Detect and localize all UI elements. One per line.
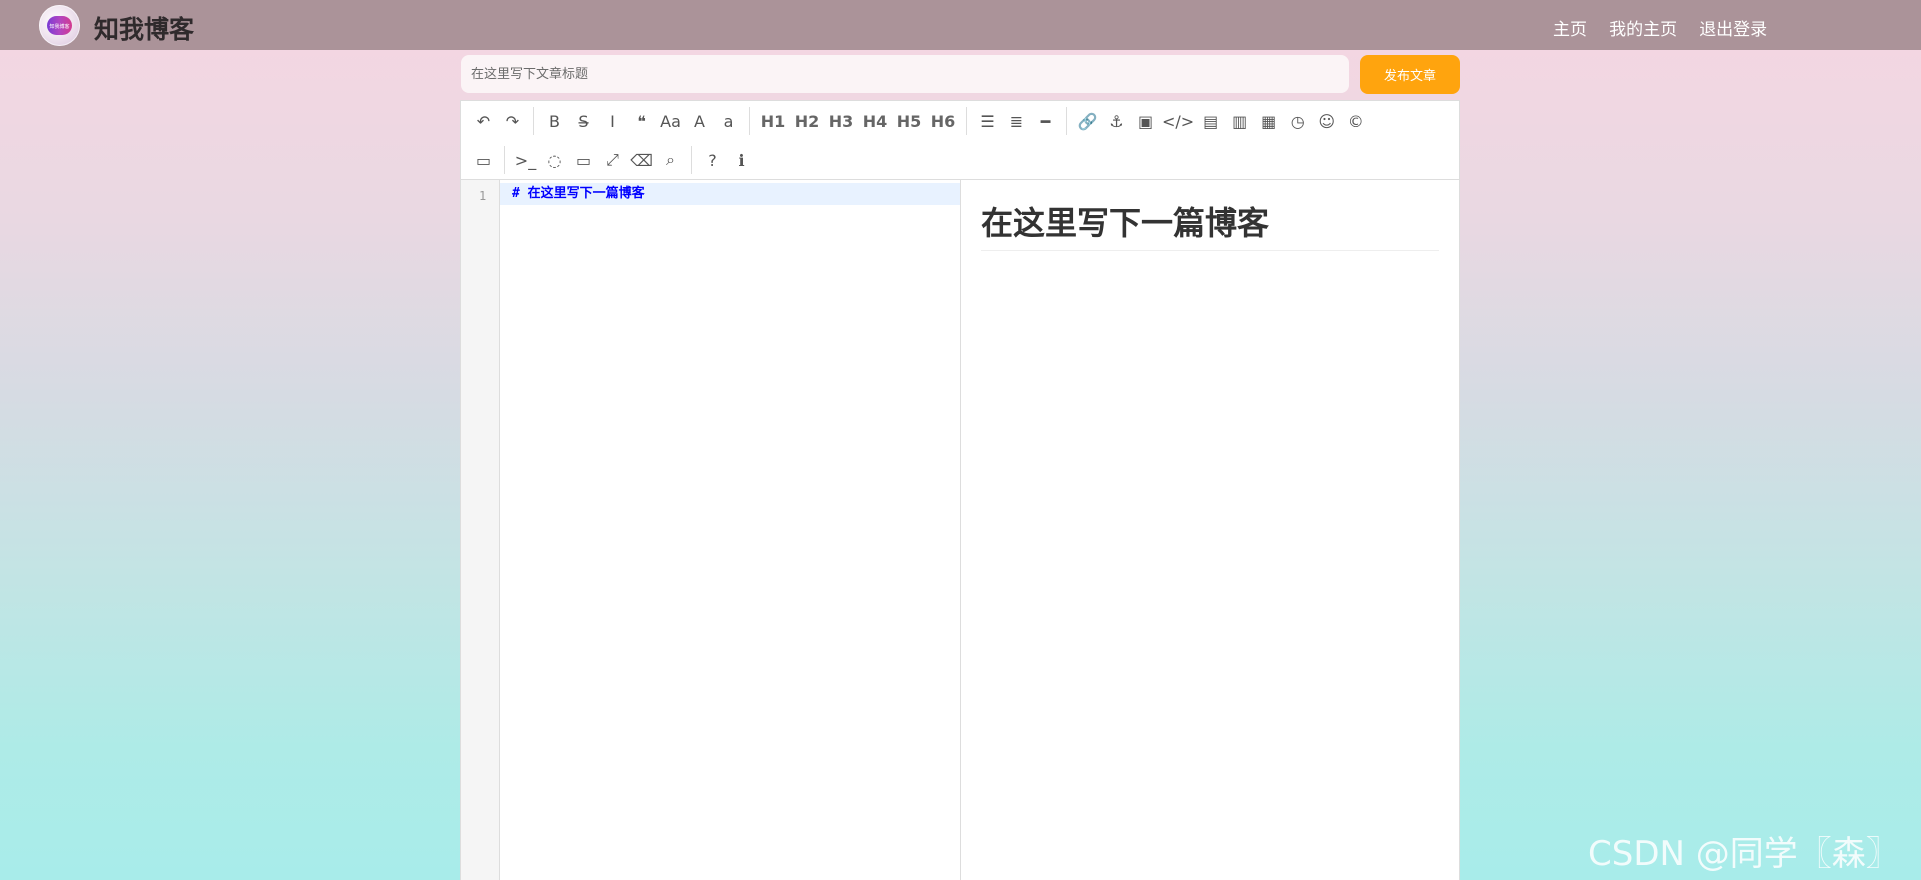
line-number-gutter: 1 — [461, 180, 500, 880]
top-navbar: 知我博客 知我博客 主页 我的主页 退出登录 — [0, 0, 1921, 50]
pagebreak-icon[interactable]: ▭ — [469, 145, 498, 175]
datetime-icon[interactable]: ◷ — [1283, 106, 1312, 136]
h4-button[interactable]: H4 — [858, 106, 892, 136]
quote-icon[interactable]: ❝ — [627, 106, 656, 136]
nav-logout-link[interactable]: 退出登录 — [1699, 15, 1767, 40]
toolbar-separator — [966, 107, 967, 135]
toolbar-separator — [1066, 107, 1067, 135]
image-icon[interactable]: ▣ — [1131, 106, 1160, 136]
clear-icon[interactable]: ⌫ — [627, 145, 656, 175]
h6-button[interactable]: H6 — [926, 106, 960, 136]
info-icon[interactable]: ℹ — [727, 145, 756, 175]
preview-icon[interactable]: ▭ — [569, 145, 598, 175]
editor-toolbar: ↶ ↷ B S̶ I ❝ Aa Aa H1 H2 H3 H4 H5 H6 ☰ ≣ ━ 🔗 ⚓ ▣ </> ▤ ▥ ▦ ◷ ☺ © ▭… — [461, 101, 1459, 180]
horizontal-rule-icon[interactable]: ━ — [1031, 106, 1060, 136]
csdn-watermark: CSDN @同学〖森〗 — [1588, 834, 1900, 874]
uppercase-icon[interactable]: Aa — [656, 106, 685, 136]
toolbar-separator — [504, 146, 505, 174]
h1-button[interactable]: H1 — [756, 106, 790, 136]
redo-icon[interactable]: ↷ — [498, 106, 527, 136]
search-icon[interactable]: ⌕ — [656, 145, 685, 175]
nav-home-link[interactable]: 主页 — [1553, 15, 1587, 40]
table-icon[interactable]: ▦ — [1254, 106, 1283, 136]
bold-icon[interactable]: B — [540, 106, 569, 136]
toolbar-separator — [691, 146, 692, 174]
italic-icon[interactable]: I — [598, 106, 627, 136]
goto-line-icon[interactable]: >_ — [511, 145, 540, 175]
publish-article-button[interactable]: 发布文章 — [1360, 55, 1460, 94]
unordered-list-icon[interactable]: ☰ — [973, 106, 1002, 136]
h5-button[interactable]: H5 — [892, 106, 926, 136]
code-icon[interactable]: </> — [1160, 106, 1196, 136]
markdown-code-pane[interactable]: # 在这里写下一篇博客 — [500, 180, 961, 880]
toolbar-row-1: ↶ ↷ B S̶ I ❝ Aa Aa H1 H2 H3 H4 H5 H6 ☰ ≣ ━ 🔗 ⚓ ▣ </> ▤ ▥ ▦ ◷ ☺ © — [469, 103, 1370, 139]
nav-my-home-link[interactable]: 我的主页 — [1609, 15, 1677, 40]
lowercase-icon[interactable]: a — [714, 106, 743, 136]
ordered-list-icon[interactable]: ≣ — [1002, 106, 1031, 136]
code-block-icon[interactable]: ▤ — [1196, 106, 1225, 136]
h3-button[interactable]: H3 — [824, 106, 858, 136]
markdown-preview-pane: 在这里写下一篇博客 — [961, 180, 1459, 880]
uppercase-letter-icon[interactable]: A — [685, 106, 714, 136]
h2-button[interactable]: H2 — [790, 106, 824, 136]
preview-heading: 在这里写下一篇博客 — [981, 198, 1439, 251]
link-icon[interactable]: 🔗 — [1073, 106, 1102, 136]
site-logo[interactable]: 知我博客 — [39, 5, 80, 46]
toolbar-row-2: ▭ >_ ◌ ▭ ⤢ ⌫ ⌕? ℹ — [469, 142, 756, 178]
fullscreen-icon[interactable]: ⤢ — [598, 145, 627, 175]
html-entities-icon[interactable]: © — [1341, 106, 1370, 136]
watch-toggle-icon[interactable]: ◌ — [540, 145, 569, 175]
help-icon[interactable]: ? — [698, 145, 727, 175]
logo-text: 知我博客 — [49, 24, 70, 30]
anchor-icon[interactable]: ⚓ — [1102, 106, 1131, 136]
active-code-line[interactable]: # 在这里写下一篇博客 — [500, 183, 960, 205]
strikethrough-icon[interactable]: S̶ — [569, 106, 598, 136]
preformatted-icon[interactable]: ▥ — [1225, 106, 1254, 136]
emoji-icon[interactable]: ☺ — [1312, 106, 1341, 136]
markdown-editor: ↶ ↷ B S̶ I ❝ Aa Aa H1 H2 H3 H4 H5 H6 ☰ ≣ ━ 🔗 ⚓ ▣ </> ▤ ▥ ▦ ◷ ☺ © ▭… — [460, 100, 1460, 880]
toolbar-separator — [533, 107, 534, 135]
undo-icon[interactable]: ↶ — [469, 106, 498, 136]
article-title-input[interactable] — [461, 55, 1349, 93]
nav-links: 主页 我的主页 退出登录 — [1553, 15, 1784, 40]
line-number: 1 — [479, 189, 487, 203]
brand-name[interactable]: 知我博客 — [94, 10, 194, 46]
toolbar-separator — [749, 107, 750, 135]
